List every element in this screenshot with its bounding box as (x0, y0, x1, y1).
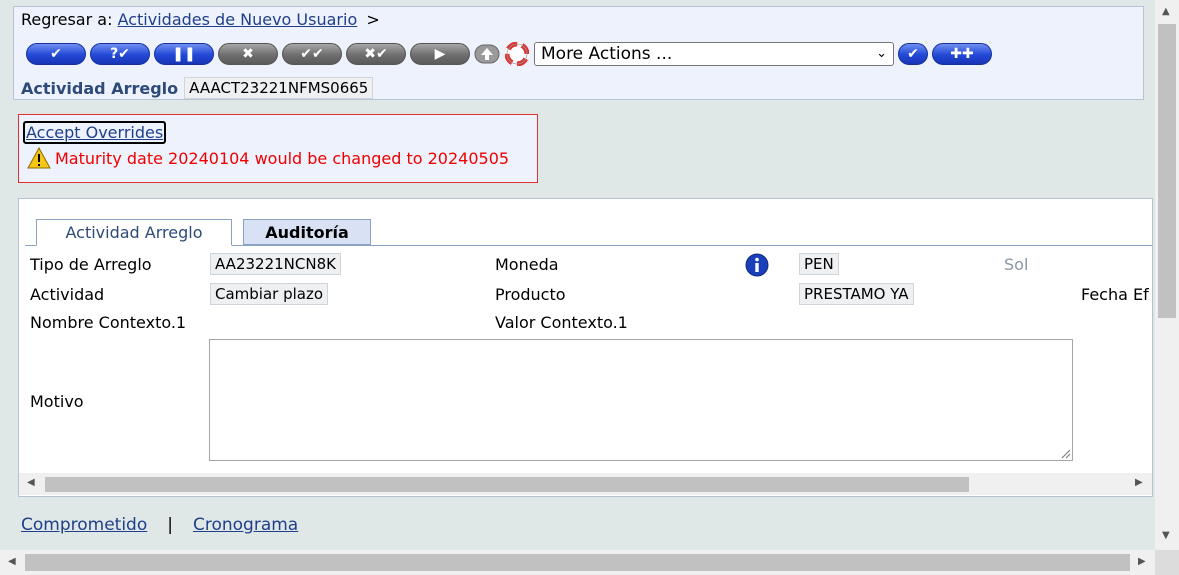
comprometido-link[interactable]: Comprometido (21, 515, 147, 535)
header-panel: Regresar a: Actividades de Nuevo Usuario… (13, 6, 1144, 100)
delete-icon: ✖ (242, 46, 254, 62)
scroll-left-icon[interactable]: ◀ (27, 477, 35, 488)
commit-icon: ✔ (50, 46, 62, 62)
resize-grip-icon[interactable] (1059, 447, 1071, 459)
back-link[interactable]: Actividades de Nuevo Usuario (118, 10, 358, 29)
motivo-label: Motivo (30, 392, 84, 411)
moneda-unit: Sol (1004, 255, 1029, 274)
go-icon: ✔ (907, 46, 919, 62)
validate-icon: ?✔ (110, 46, 130, 62)
next-button[interactable]: ▶ (410, 43, 470, 65)
form-panel: Actividad Arreglo Auditoría Tipo de Arre… (18, 198, 1153, 497)
authorise-button[interactable]: ✔✔ (282, 43, 342, 65)
toolbar: ✔ ?✔ ❚❚ ✖ ✔✔ ✖✔ ▶ More Actions ... ⌄ ✔ ✚… (26, 42, 996, 66)
new-deal-icon: ✚✚ (950, 46, 974, 62)
delete-button[interactable]: ✖ (218, 43, 278, 65)
help-icon (505, 42, 529, 66)
accept-overrides-link[interactable]: Accept Overrides (23, 121, 167, 144)
go-button[interactable]: ✔ (898, 43, 928, 65)
cronograma-link[interactable]: Cronograma (193, 515, 298, 535)
producto-label: Producto (495, 285, 566, 304)
hold-button[interactable]: ❚❚ (154, 43, 214, 65)
scroll-up-icon[interactable]: ▲ (1162, 6, 1170, 17)
new-deal-button[interactable]: ✚✚ (932, 43, 992, 65)
ref-value: AAACT23221NFMS0665 (184, 77, 374, 99)
motivo-textarea[interactable] (209, 339, 1073, 461)
chevron-down-icon: ⌄ (876, 46, 887, 61)
back-suffix: > (366, 10, 380, 29)
warning-icon (27, 147, 51, 169)
authorise-icon: ✔✔ (300, 46, 324, 62)
scroll-down-icon[interactable]: ▼ (1162, 530, 1170, 541)
tab-actividad-arreglo[interactable]: Actividad Arreglo (36, 219, 232, 246)
reverse-icon: ✖✔ (364, 46, 388, 62)
scroll-corner (1155, 550, 1179, 575)
panel-horizontal-scrollbar[interactable]: ◀ ▶ (19, 473, 1152, 495)
fecha-label: Fecha Ef (1081, 285, 1149, 304)
override-box: Accept Overrides Maturity date 20240104 … (18, 114, 538, 183)
producto-value: PRESTAMO YA (799, 283, 914, 305)
commit-button[interactable]: ✔ (26, 43, 86, 65)
override-message: Maturity date 20240104 would be changed … (27, 147, 509, 169)
back-prefix: Regresar a: (21, 10, 113, 29)
actividad-label: Actividad (30, 285, 105, 304)
moneda-value: PEN (799, 253, 839, 275)
moneda-label: Moneda (495, 255, 559, 274)
page-scroll-left-icon[interactable]: ◀ (8, 556, 16, 567)
hold-icon: ❚❚ (172, 46, 196, 62)
scroll-right-icon[interactable]: ▶ (1135, 477, 1143, 488)
record-ref: Actividad Arreglo AAACT23221NFMS0665 (21, 77, 374, 99)
info-icon[interactable] (745, 253, 769, 277)
tab-auditoria[interactable]: Auditoría (243, 219, 371, 245)
tipo-label: Tipo de Arreglo (30, 255, 152, 274)
actividad-value: Cambiar plazo (210, 283, 329, 305)
ref-label: Actividad Arreglo (21, 78, 179, 98)
nombre-contexto-label: Nombre Contexto.1 (30, 313, 187, 332)
upload-icon (474, 44, 500, 64)
upload-button[interactable] (474, 43, 500, 65)
panel-scroll-thumb[interactable] (45, 477, 969, 492)
more-actions-value: More Actions ... (541, 44, 673, 64)
breadcrumb: Regresar a: Actividades de Nuevo Usuario… (21, 10, 380, 29)
more-actions-select[interactable]: More Actions ... ⌄ (534, 42, 894, 66)
footer-separator: | (167, 515, 173, 535)
reverse-button[interactable]: ✖✔ (346, 43, 406, 65)
tipo-value: AA23221NCN8K (210, 253, 341, 275)
override-text: Maturity date 20240104 would be changed … (55, 148, 510, 168)
next-icon: ▶ (434, 46, 446, 62)
page-vertical-scrollbar[interactable]: ▲ ▼ (1155, 0, 1179, 550)
page-scroll-right-icon[interactable]: ▶ (1138, 556, 1146, 567)
validate-button[interactable]: ?✔ (90, 43, 150, 65)
valor-contexto-label: Valor Contexto.1 (495, 313, 628, 332)
page-vscroll-thumb[interactable] (1158, 24, 1176, 318)
page-hscroll-thumb[interactable] (25, 554, 1130, 571)
footer-links: Comprometido | Cronograma (21, 515, 298, 535)
help-button[interactable] (504, 42, 530, 66)
page-horizontal-scrollbar[interactable]: ◀ ▶ (0, 550, 1155, 575)
